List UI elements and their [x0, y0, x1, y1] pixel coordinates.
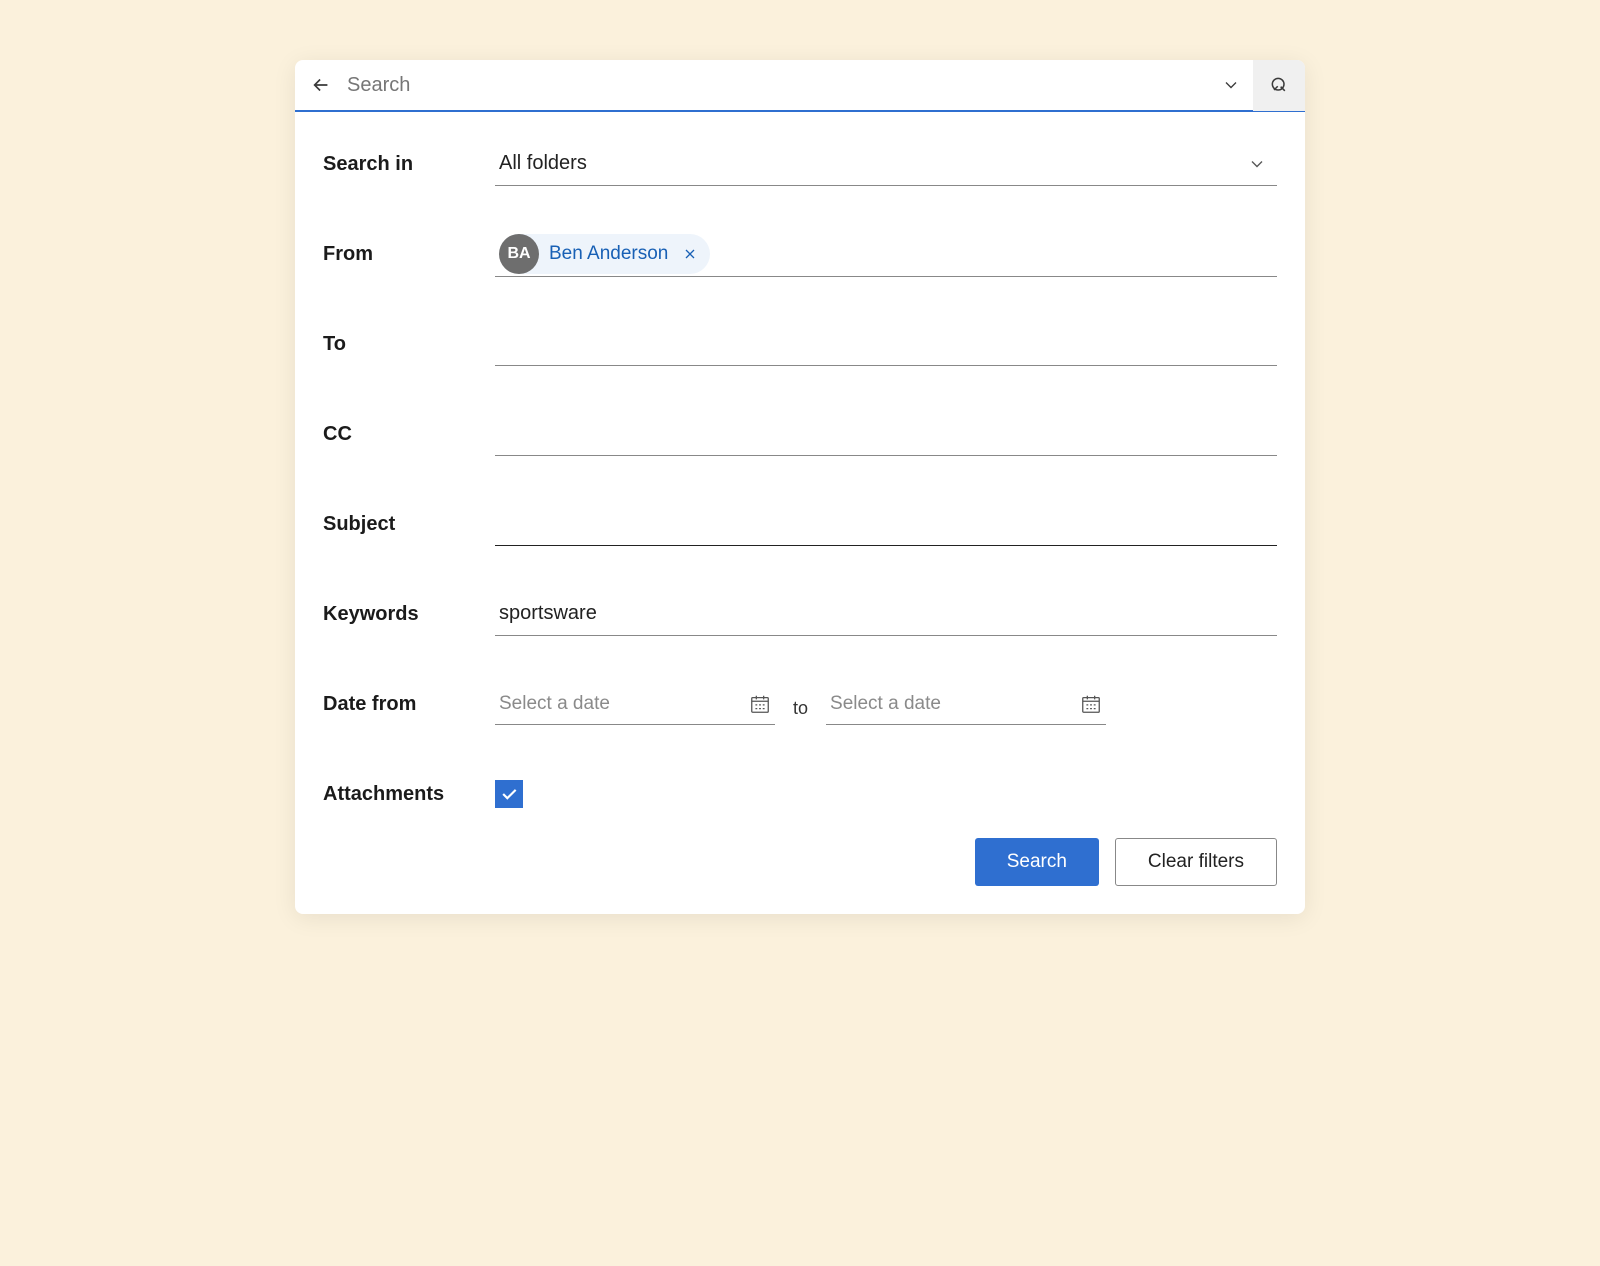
check-icon: [499, 784, 519, 804]
label-to: To: [323, 333, 495, 356]
date-to-field[interactable]: [826, 683, 1106, 725]
attachments-checkbox[interactable]: [495, 780, 523, 808]
from-person-chip[interactable]: BA Ben Anderson: [499, 234, 710, 274]
label-date-from: Date from: [323, 693, 495, 716]
search-bar: [295, 60, 1305, 112]
label-subject: Subject: [323, 513, 495, 536]
date-to-separator: to: [793, 698, 808, 725]
label-attachments: Attachments: [323, 783, 495, 806]
date-to-input[interactable]: [830, 693, 1080, 715]
label-cc: CC: [323, 423, 495, 446]
row-subject: Subject: [323, 492, 1277, 556]
avatar: BA: [499, 234, 539, 274]
row-search-in: Search in All folders: [323, 132, 1277, 196]
keywords-input[interactable]: [499, 602, 1273, 625]
chip-name: Ben Anderson: [549, 243, 668, 265]
chevron-down-icon: [1247, 154, 1273, 174]
search-input[interactable]: [347, 74, 1209, 97]
clear-filters-button[interactable]: Clear filters: [1115, 838, 1277, 886]
label-search-in: Search in: [323, 153, 495, 176]
close-icon: [682, 246, 698, 262]
calendar-icon[interactable]: [749, 693, 771, 715]
subject-input[interactable]: [499, 512, 1273, 535]
search-filters-form: Search in All folders From BA Ben Anders…: [295, 112, 1305, 914]
arrow-left-icon: [310, 74, 332, 96]
chevron-down-icon: [1221, 75, 1241, 95]
row-from: From BA Ben Anderson: [323, 222, 1277, 286]
to-input[interactable]: [499, 332, 1273, 355]
button-row: Search Clear filters: [323, 838, 1277, 886]
from-field[interactable]: BA Ben Anderson: [495, 232, 1277, 277]
date-from-input[interactable]: [499, 693, 749, 715]
label-keywords: Keywords: [323, 603, 495, 626]
collapse-filters-button[interactable]: [1209, 75, 1253, 95]
keywords-field[interactable]: [495, 592, 1277, 636]
row-cc: CC: [323, 402, 1277, 466]
advanced-search-panel: Search in All folders From BA Ben Anders…: [295, 60, 1305, 914]
row-keywords: Keywords: [323, 582, 1277, 646]
row-attachments: Attachments: [323, 762, 1277, 826]
search-in-select[interactable]: All folders: [495, 142, 1277, 186]
calendar-icon[interactable]: [1080, 693, 1102, 715]
remove-chip-button[interactable]: [682, 246, 698, 262]
to-field[interactable]: [495, 322, 1277, 366]
cc-field[interactable]: [495, 412, 1277, 456]
search-icon: [1269, 75, 1289, 95]
row-date: Date from to: [323, 672, 1277, 736]
date-from-field[interactable]: [495, 683, 775, 725]
search-in-value: All folders: [499, 152, 1247, 175]
label-from: From: [323, 243, 495, 266]
cc-input[interactable]: [499, 422, 1273, 445]
subject-field[interactable]: [495, 502, 1277, 546]
search-button[interactable]: [1253, 60, 1305, 111]
back-button[interactable]: [295, 74, 347, 96]
search-submit-button[interactable]: Search: [975, 838, 1099, 886]
row-to: To: [323, 312, 1277, 376]
